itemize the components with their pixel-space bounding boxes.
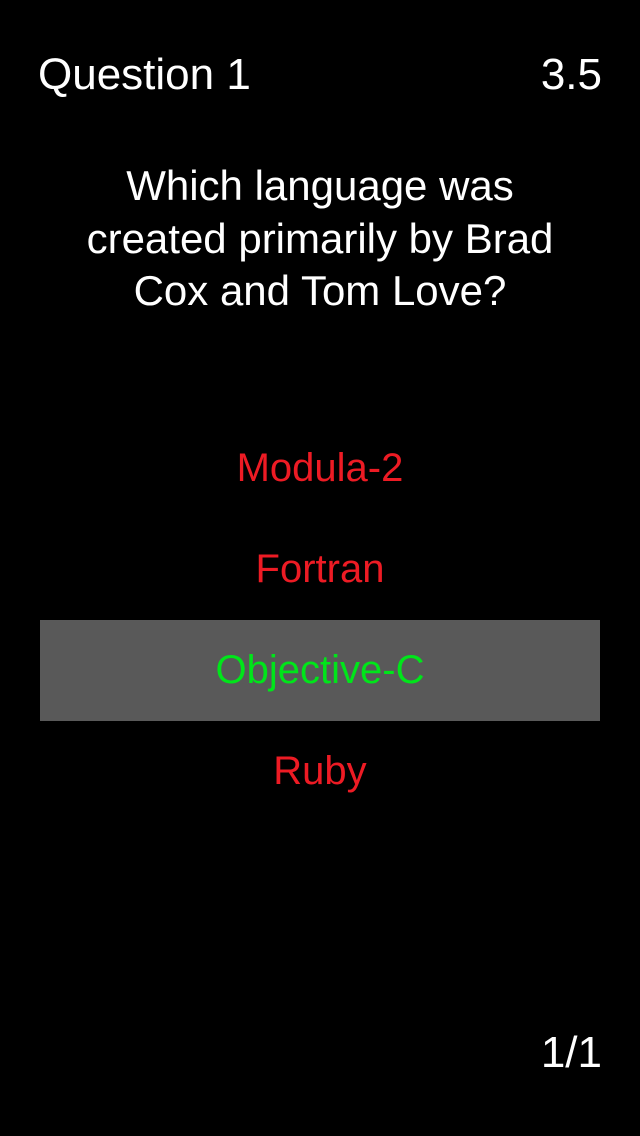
- answer-option-3[interactable]: Ruby: [40, 721, 600, 822]
- answer-option-1[interactable]: Fortran: [40, 519, 600, 620]
- answers-list: Modula-2 Fortran Objective-C Ruby: [0, 418, 640, 822]
- answer-label: Fortran: [256, 547, 385, 591]
- score-label: 1/1: [541, 1028, 602, 1078]
- question-text: Which language was created primarily by …: [0, 100, 640, 318]
- timer-label: 3.5: [541, 50, 602, 100]
- answer-label: Objective-C: [216, 648, 425, 692]
- header: Question 1 3.5: [0, 0, 640, 100]
- answer-label: Modula-2: [237, 446, 404, 490]
- answer-label: Ruby: [273, 749, 366, 793]
- answer-option-0[interactable]: Modula-2: [40, 418, 600, 519]
- question-number-label: Question 1: [38, 50, 251, 100]
- answer-option-2[interactable]: Objective-C: [40, 620, 600, 721]
